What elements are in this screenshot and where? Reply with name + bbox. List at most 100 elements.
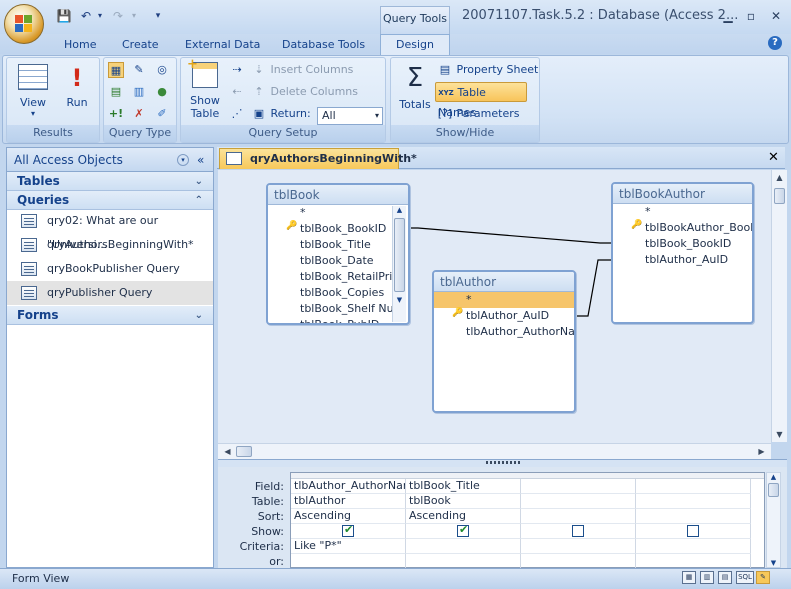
document-tab[interactable]: qryAuthorsBeginningWith* (219, 148, 417, 169)
scroll-down-icon[interactable]: ▼ (772, 427, 787, 442)
datasheet-view-icon[interactable]: ▦ (682, 571, 696, 584)
nav-item-query[interactable]: qryAuthorsBeginningWith* (7, 233, 213, 257)
field-item[interactable]: * (268, 205, 408, 221)
pivotchart-view-icon[interactable]: ▤ (718, 571, 732, 584)
grid-cell-show[interactable] (406, 524, 521, 539)
shutter-bar-close-icon[interactable]: « (197, 148, 204, 172)
grid-cell-field[interactable]: tblBook_Title (406, 479, 521, 494)
delete-query-icon[interactable]: ✗ (131, 106, 147, 122)
builder-icon[interactable]: ⋰ (229, 104, 253, 124)
show-table-button[interactable]: + Show Table (185, 57, 225, 124)
grid-cell-criteria[interactable] (636, 539, 751, 554)
field-item[interactable]: tblBook_Shelf Nu (268, 301, 408, 317)
grid-cell-sort[interactable] (521, 509, 636, 524)
property-sheet-button[interactable]: ▤ Property Sheet (437, 60, 539, 80)
grid-cell-field[interactable] (636, 479, 751, 494)
pane-splitter[interactable] (218, 459, 787, 467)
show-checkbox[interactable] (457, 524, 469, 537)
scroll-thumb[interactable] (394, 218, 405, 292)
pivottable-view-icon[interactable]: ▥ (700, 571, 714, 584)
union-query-icon[interactable]: ▥ (131, 84, 147, 100)
delete-rows-icon[interactable]: ⇠ (229, 82, 253, 102)
scroll-up-icon[interactable]: ▲ (767, 473, 780, 481)
field-item[interactable]: * (613, 204, 752, 220)
grid-vertical-scrollbar[interactable]: ▲ ▼ (766, 472, 781, 568)
grid-cell-table[interactable] (636, 494, 751, 509)
save-icon[interactable]: 💾 (56, 8, 72, 24)
table-box-tblbookauthor[interactable]: tblBookAuthor * tblBookAuthor_Book 🔑 tbl… (611, 182, 754, 324)
table-box-tblbook[interactable]: tblBook * tblBook_BookID 🔑 tblBook_Title… (266, 183, 410, 325)
grid-cell-or[interactable] (291, 554, 406, 569)
field-item[interactable]: tblBook_Title (268, 237, 408, 253)
run-button[interactable]: ! Run (59, 64, 95, 124)
grid-cell-criteria[interactable] (521, 539, 636, 554)
tab-home[interactable]: Home (64, 36, 96, 54)
scroll-down-icon[interactable]: ▼ (393, 296, 406, 304)
nav-menu-chevron-icon[interactable]: ▾ (177, 154, 189, 166)
grid-cell-sort[interactable]: Ascending (406, 509, 521, 524)
design-horizontal-scrollbar[interactable]: ◀ ▶ (218, 443, 771, 459)
nav-item-query[interactable]: qry02: What are our "Universi... (7, 209, 213, 251)
design-vertical-scrollbar[interactable]: ▲ ▼ (771, 170, 787, 442)
scroll-left-icon[interactable]: ◀ (220, 444, 235, 459)
grid-cell-table[interactable] (521, 494, 636, 509)
nav-section-tables[interactable]: Tables ⌄ (7, 172, 213, 191)
office-button[interactable] (4, 4, 44, 44)
make-table-query-icon[interactable]: ▤ (108, 84, 124, 100)
undo-dropdown-icon[interactable]: ▾ (92, 8, 108, 24)
maximize-icon[interactable]: ▫ (741, 8, 761, 24)
field-item[interactable]: tblBook_BookID (613, 236, 752, 252)
field-item[interactable]: tblBook_RetailPri (268, 269, 408, 285)
grid-cell-or[interactable] (406, 554, 521, 569)
field-item[interactable]: tlbAuthor_AuthorNa (434, 324, 574, 340)
show-checkbox[interactable] (572, 525, 584, 537)
scroll-up-icon[interactable]: ▲ (772, 170, 787, 185)
grid-cell-sort[interactable]: Ascending (291, 509, 406, 524)
append-query-icon[interactable]: +! (108, 106, 124, 122)
close-document-icon[interactable]: ✕ (768, 150, 779, 165)
grid-cell-sort[interactable] (636, 509, 751, 524)
grid-cell-criteria[interactable] (406, 539, 521, 554)
grid-cell-field[interactable]: tlbAuthor_AuthorNam (291, 479, 406, 494)
sql-view-button[interactable]: SQL (736, 571, 754, 584)
view-button[interactable]: View ▾ (13, 64, 53, 124)
help-icon[interactable]: ? (768, 36, 782, 50)
tab-design[interactable]: Design (380, 34, 450, 56)
show-checkbox[interactable] (687, 525, 699, 537)
tab-external-data[interactable]: External Data (185, 36, 260, 54)
grid-cell-field[interactable] (521, 479, 636, 494)
field-item[interactable]: * (434, 292, 574, 308)
grid-cell-show[interactable] (291, 524, 406, 539)
table-title[interactable]: tblBook (268, 185, 408, 205)
parameters-button[interactable]: [?] Parameters (437, 104, 520, 124)
table-scrollbar[interactable]: ▲ ▼ (392, 206, 406, 322)
scroll-thumb[interactable] (768, 483, 779, 497)
pass-through-query-icon[interactable]: ● (154, 84, 170, 100)
scroll-right-icon[interactable]: ▶ (754, 444, 769, 459)
grid-cell-or[interactable] (521, 554, 636, 569)
minimize-icon[interactable]: ▁ (718, 8, 738, 24)
redo-icon[interactable]: ↷ (110, 8, 126, 24)
crosstab-query-icon[interactable]: ◎ (154, 62, 170, 78)
grid-cell-table[interactable]: tblAuthor (291, 494, 406, 509)
table-title[interactable]: tblAuthor (434, 272, 574, 292)
nav-section-forms[interactable]: Forms ⌄ (7, 306, 213, 325)
nav-item-query[interactable]: qryBookPublisher Query (7, 257, 213, 281)
customize-qat-icon[interactable]: ▾ (150, 8, 166, 24)
query-design-grid[interactable]: tlbAuthor_AuthorNam tblAuthor Ascending … (290, 472, 765, 569)
grid-cell-criteria[interactable]: Like "P*" (291, 539, 406, 554)
data-definition-query-icon[interactable]: ✐ (154, 106, 170, 122)
return-dropdown[interactable]: All ▾ (317, 107, 383, 125)
nav-pane-header[interactable]: All Access Objects ▾ « (6, 147, 214, 172)
nav-item-query[interactable]: qryPublisher Query (7, 281, 213, 305)
field-item[interactable]: tblAuthor_AuID (613, 252, 752, 268)
field-item[interactable]: tblBook_Copies (268, 285, 408, 301)
scroll-up-icon[interactable]: ▲ (393, 206, 406, 214)
grid-cell-show[interactable] (636, 524, 751, 539)
redo-dropdown-icon[interactable]: ▾ (126, 8, 142, 24)
tab-database-tools[interactable]: Database Tools (282, 36, 365, 54)
scroll-thumb[interactable] (774, 188, 785, 204)
scroll-thumb[interactable] (236, 446, 252, 457)
grid-cell-show[interactable] (521, 524, 636, 539)
close-icon[interactable]: ✕ (766, 8, 786, 24)
